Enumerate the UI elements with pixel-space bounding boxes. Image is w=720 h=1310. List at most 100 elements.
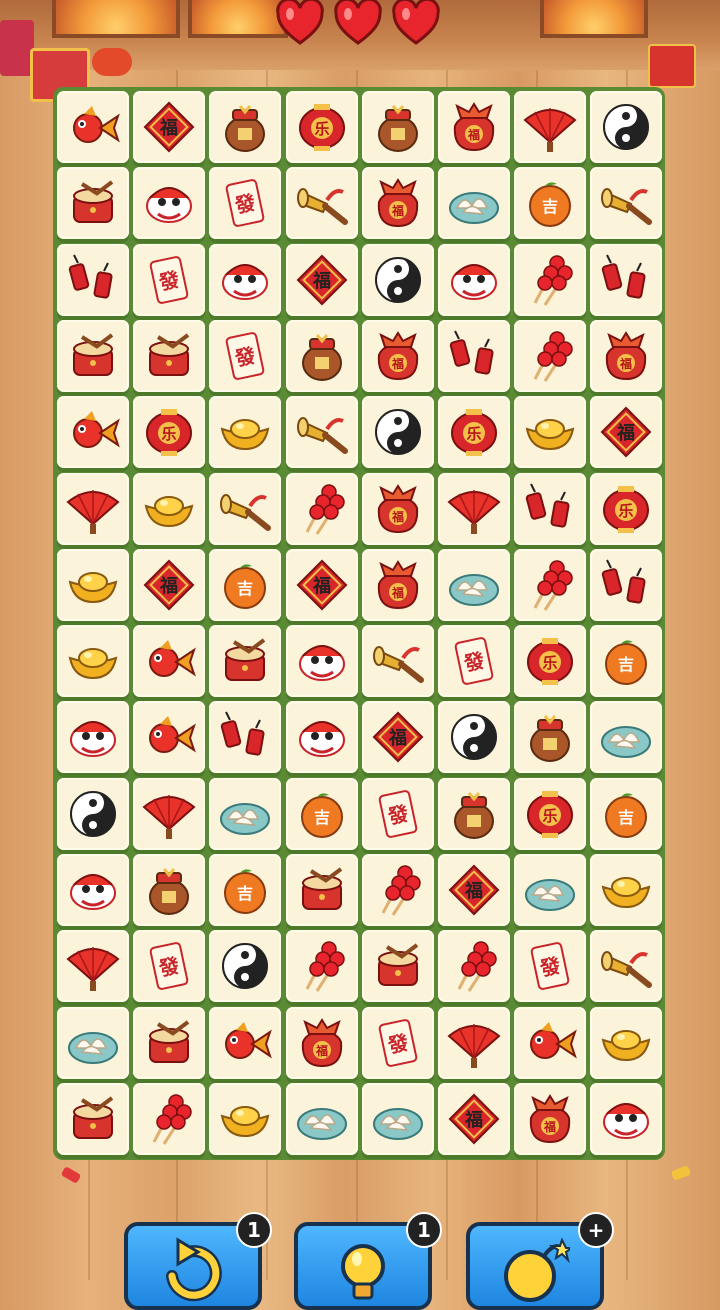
tile[interactable]: 福 — [590, 319, 663, 392]
tile[interactable] — [514, 396, 587, 469]
tile[interactable]: 發 — [514, 930, 587, 1003]
tile[interactable] — [285, 319, 358, 392]
tile[interactable] — [361, 625, 434, 698]
tile[interactable] — [57, 319, 129, 392]
tile[interactable] — [514, 472, 587, 545]
tile[interactable] — [209, 701, 282, 774]
tile[interactable]: 乐 — [590, 472, 663, 545]
tile[interactable] — [133, 701, 206, 774]
tile[interactable] — [438, 701, 510, 774]
tile[interactable]: 吉 — [590, 777, 663, 850]
tile[interactable]: 福 — [361, 701, 434, 774]
tile[interactable] — [209, 1082, 282, 1155]
tile[interactable] — [285, 396, 358, 469]
tile[interactable] — [514, 854, 587, 926]
tile[interactable]: 福 — [361, 472, 434, 545]
tile[interactable] — [438, 777, 510, 850]
tile[interactable] — [57, 91, 129, 163]
tile[interactable] — [133, 1082, 206, 1155]
tile[interactable]: 福 — [438, 1082, 510, 1155]
tile[interactable]: 發 — [209, 319, 282, 392]
tile[interactable] — [438, 167, 510, 240]
tile[interactable]: 吉 — [285, 777, 358, 850]
undo-button[interactable]: 1 — [124, 1212, 272, 1310]
tile[interactable] — [57, 854, 129, 926]
tile[interactable] — [57, 1006, 129, 1079]
tile[interactable] — [514, 243, 587, 316]
tile[interactable]: 福 — [361, 167, 434, 240]
tile[interactable] — [133, 1006, 206, 1079]
tile[interactable] — [57, 472, 129, 545]
tile[interactable] — [133, 625, 206, 698]
tile[interactable]: 乐 — [514, 777, 587, 850]
tile[interactable] — [285, 930, 358, 1003]
tile[interactable] — [209, 472, 282, 545]
tile[interactable] — [209, 625, 282, 698]
tile[interactable]: 福 — [361, 319, 434, 392]
tile[interactable] — [438, 472, 510, 545]
tile[interactable]: 發 — [209, 167, 282, 240]
tile[interactable] — [285, 1082, 358, 1155]
tile[interactable] — [57, 930, 129, 1003]
tile[interactable] — [514, 1006, 587, 1079]
tile[interactable] — [590, 91, 663, 163]
tile[interactable] — [514, 319, 587, 392]
tile[interactable] — [361, 243, 434, 316]
tile[interactable] — [361, 930, 434, 1003]
tile[interactable] — [57, 243, 129, 316]
tile[interactable] — [438, 1006, 510, 1079]
tile[interactable]: 吉 — [590, 625, 663, 698]
tile[interactable]: 福 — [285, 243, 358, 316]
tile[interactable] — [285, 701, 358, 774]
tile[interactable]: 福 — [133, 548, 206, 621]
tile[interactable] — [361, 854, 434, 926]
tile[interactable]: 乐 — [438, 396, 510, 469]
tile[interactable] — [57, 396, 129, 469]
tile[interactable] — [57, 548, 129, 621]
tile[interactable]: 福 — [285, 548, 358, 621]
tile[interactable] — [438, 319, 510, 392]
tile[interactable]: 福 — [285, 1006, 358, 1079]
tile[interactable] — [438, 548, 510, 621]
tile[interactable] — [285, 167, 358, 240]
tile[interactable] — [438, 930, 510, 1003]
tile[interactable]: 福 — [590, 396, 663, 469]
tile[interactable] — [438, 243, 510, 316]
tile[interactable] — [57, 625, 129, 698]
tile[interactable] — [590, 1006, 663, 1079]
tile[interactable] — [209, 1006, 282, 1079]
tile[interactable]: 福 — [438, 91, 510, 163]
tile[interactable] — [361, 91, 434, 163]
tile[interactable] — [361, 1082, 434, 1155]
tile[interactable] — [209, 243, 282, 316]
tile[interactable]: 福 — [514, 1082, 587, 1155]
tile[interactable]: 福 — [361, 548, 434, 621]
tile[interactable] — [590, 701, 663, 774]
tile[interactable] — [590, 930, 663, 1003]
tile[interactable] — [361, 396, 434, 469]
tile[interactable]: 福 — [133, 91, 206, 163]
tile[interactable]: 乐 — [285, 91, 358, 163]
tile[interactable] — [57, 1082, 129, 1155]
tile[interactable] — [285, 854, 358, 926]
tile[interactable]: 發 — [438, 625, 510, 698]
bomb-button[interactable]: + — [466, 1212, 614, 1310]
tile[interactable] — [57, 777, 129, 850]
tile[interactable] — [209, 930, 282, 1003]
tile[interactable] — [133, 854, 206, 926]
tile[interactable] — [57, 701, 129, 774]
tile[interactable] — [209, 777, 282, 850]
tile[interactable]: 乐 — [514, 625, 587, 698]
tile[interactable] — [133, 167, 206, 240]
tile[interactable] — [57, 167, 129, 240]
tile[interactable]: 吉 — [209, 548, 282, 621]
tile[interactable] — [285, 625, 358, 698]
tile[interactable] — [590, 167, 663, 240]
tile[interactable] — [514, 701, 587, 774]
tile[interactable] — [133, 319, 206, 392]
tile[interactable] — [133, 777, 206, 850]
tile[interactable] — [590, 243, 663, 316]
tile[interactable] — [590, 854, 663, 926]
tile[interactable] — [285, 472, 358, 545]
tile[interactable]: 福 — [438, 854, 510, 926]
